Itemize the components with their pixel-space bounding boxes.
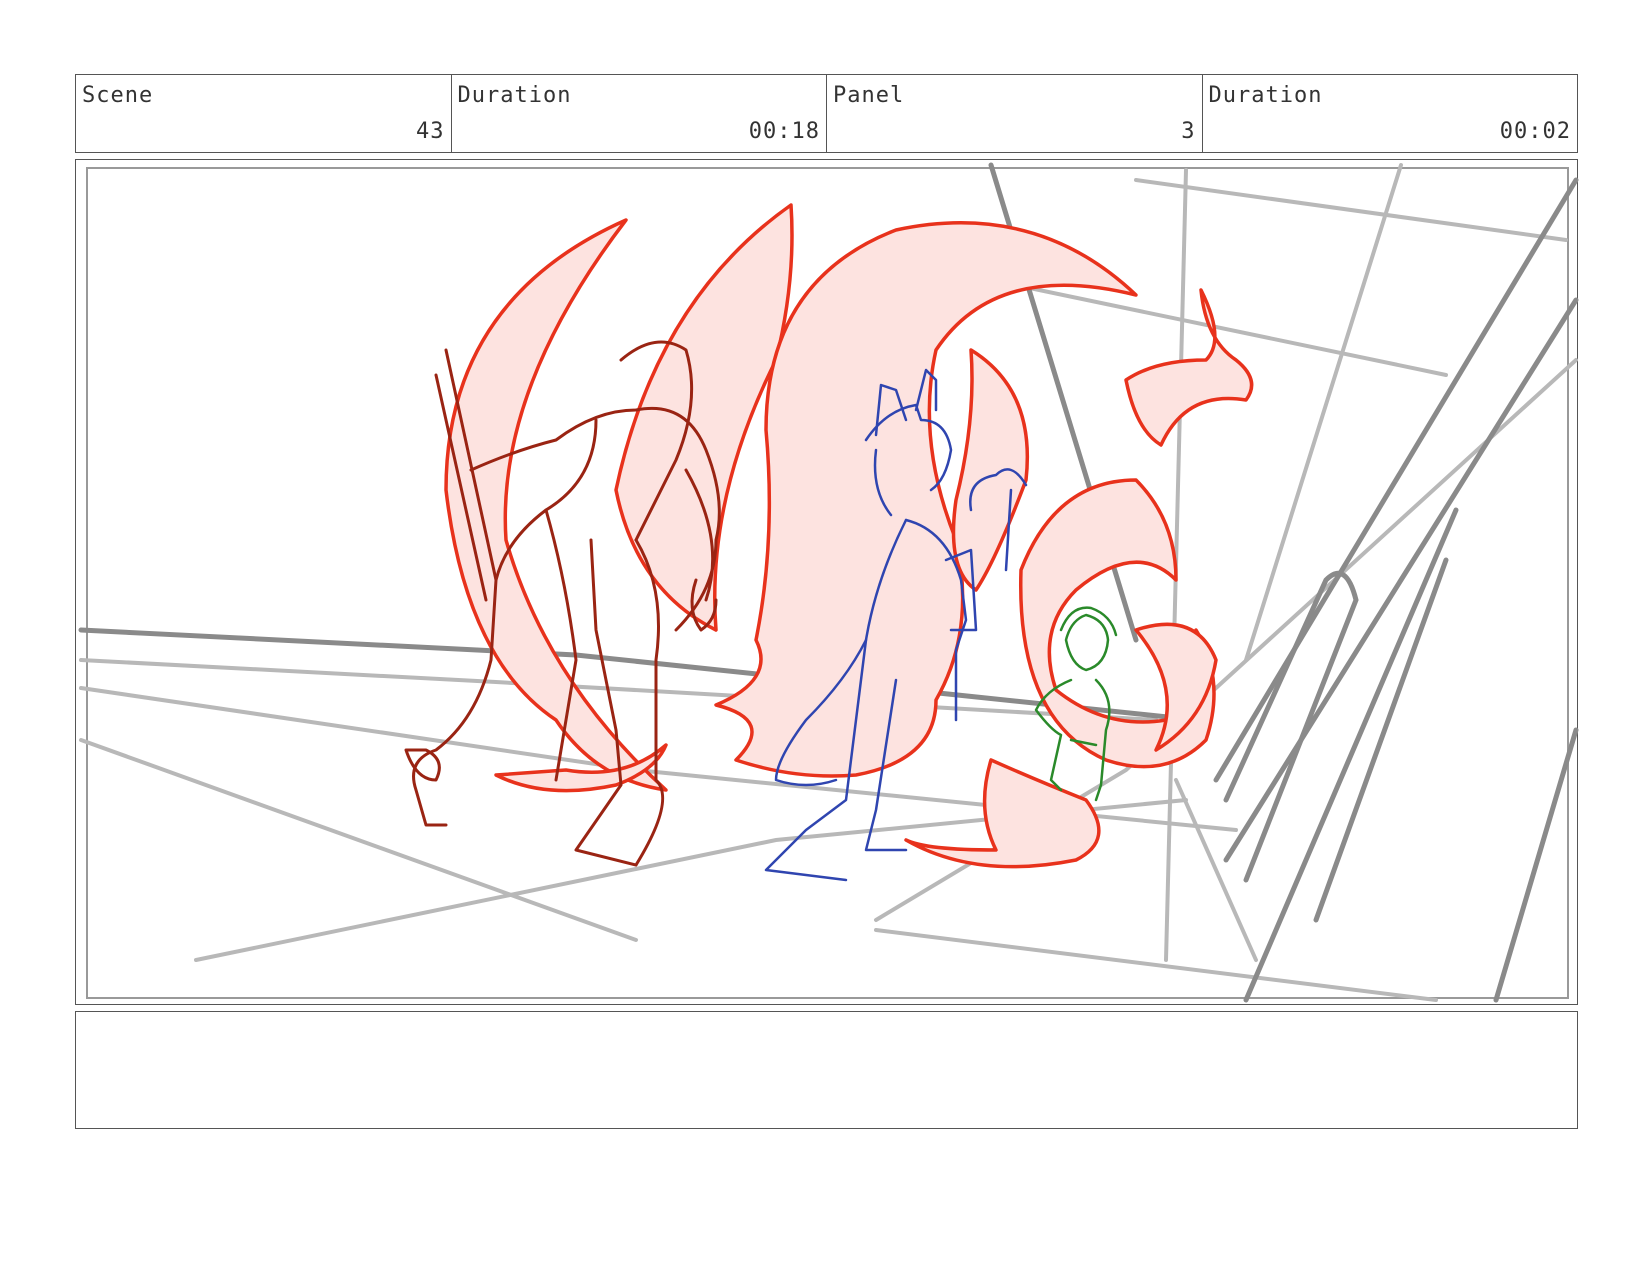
- panel-duration-cell: Duration 00:02: [1203, 75, 1578, 152]
- storyboard-sketch: [78, 162, 1579, 1003]
- scene-number[interactable]: 43: [416, 119, 445, 144]
- panel-number[interactable]: 3: [1181, 119, 1195, 144]
- panel-header: Scene 43 Duration 00:18 Panel 3 Duration…: [75, 74, 1578, 153]
- scene-cell: Scene 43: [76, 75, 452, 152]
- flame-inner: [951, 348, 1030, 592]
- fire-effects: [444, 203, 1254, 869]
- panel-duration-label: Duration: [1208, 83, 1323, 108]
- scene-duration-label: Duration: [457, 83, 572, 108]
- panel-duration-value[interactable]: 00:02: [1500, 119, 1571, 144]
- scene-duration-cell: Duration 00:18: [452, 75, 827, 152]
- panel-cell: Panel 3: [827, 75, 1203, 152]
- flame-bottom: [904, 758, 1101, 869]
- panel-notes-box[interactable]: [75, 1011, 1578, 1129]
- scene-duration-value[interactable]: 00:18: [749, 119, 820, 144]
- scene-label: Scene: [82, 83, 154, 108]
- storyboard-frame[interactable]: [75, 159, 1579, 1005]
- panel-label: Panel: [833, 83, 905, 108]
